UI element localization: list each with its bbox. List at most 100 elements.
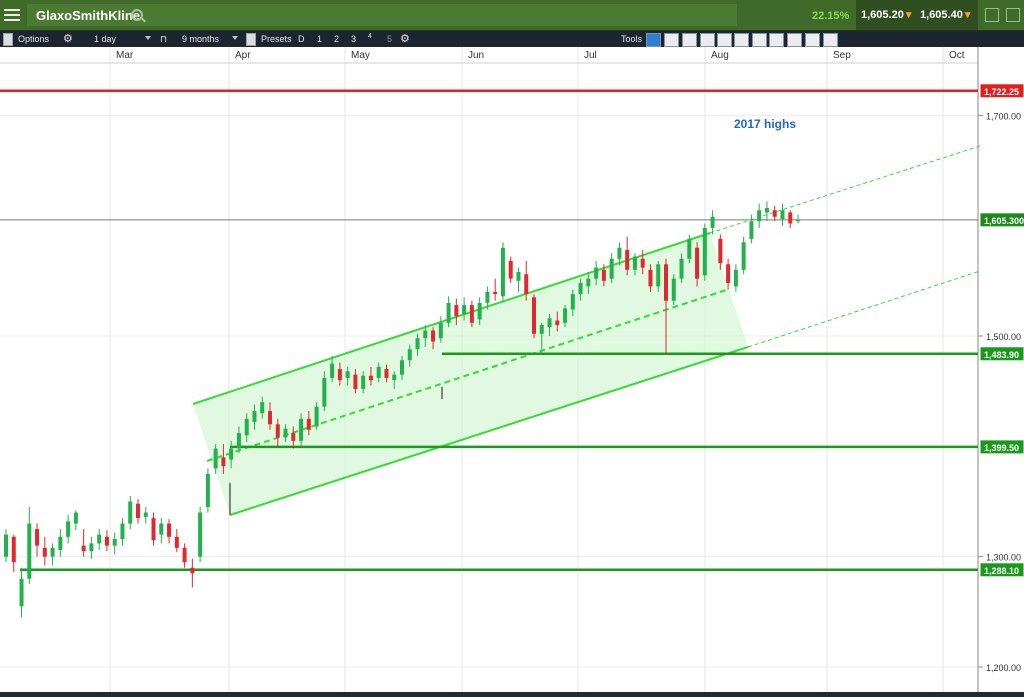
candle-body <box>539 324 544 334</box>
candle-body <box>229 448 234 460</box>
candle-body <box>601 269 606 281</box>
candle-body <box>764 208 769 213</box>
sell-price: 1,605.20 <box>861 9 904 21</box>
preset-1[interactable]: 1 <box>317 33 322 45</box>
candle-body <box>97 534 102 544</box>
candle-body <box>671 278 676 301</box>
candle-body <box>400 360 404 375</box>
chart-annotation[interactable]: 2017 highs <box>734 117 796 131</box>
candle-body <box>733 269 738 287</box>
candle-body <box>796 220 800 222</box>
trendline-tool-icon[interactable] <box>664 33 679 47</box>
lock-icon[interactable]: ⊓ <box>160 33 167 45</box>
shapes-tool-icon[interactable] <box>752 33 767 47</box>
preset-d[interactable]: D <box>298 33 305 45</box>
candle-body <box>73 512 78 524</box>
preset-3[interactable]: 3 <box>351 33 356 45</box>
options-button[interactable]: Options <box>18 33 49 45</box>
grid-tool-icon[interactable] <box>700 33 715 47</box>
month-label: Jun <box>468 50 484 61</box>
chart-settings-gear-icon[interactable]: ⚙ <box>400 33 410 45</box>
candle-body <box>617 247 622 259</box>
hamburger-menu-icon[interactable] <box>4 6 20 22</box>
candle-body <box>578 283 583 295</box>
candle-body <box>687 238 692 259</box>
candle-body <box>361 375 366 389</box>
preset-4[interactable]: 4 <box>368 31 372 43</box>
candle-body <box>19 578 24 607</box>
preset-5[interactable]: 5 <box>387 33 392 45</box>
candle-body <box>656 264 661 287</box>
month-label: Mar <box>116 50 134 61</box>
candle-body <box>27 523 32 579</box>
candle-body <box>594 267 599 279</box>
candle-body <box>454 305 459 317</box>
candle-body <box>376 366 381 378</box>
month-label: Jul <box>584 50 597 61</box>
candle-body <box>291 433 296 441</box>
candle-body <box>524 274 529 295</box>
tool-settings-icon[interactable] <box>823 33 838 47</box>
candle-body <box>66 521 71 537</box>
candle-body <box>710 216 715 228</box>
candle-body <box>275 424 280 438</box>
text-tool-icon[interactable] <box>682 33 697 47</box>
candle-body <box>431 330 436 342</box>
candle-body <box>104 536 109 546</box>
candle-body <box>392 374 397 381</box>
candle-body <box>330 363 335 378</box>
interval-dropdown-icon[interactable] <box>145 36 151 40</box>
candle-body <box>268 411 272 425</box>
candle-body <box>508 260 513 279</box>
instrument-name[interactable]: GlaxoSmithKline <box>36 8 140 23</box>
candle-body <box>42 547 47 557</box>
candle-body <box>415 338 420 350</box>
candle-body <box>89 543 94 552</box>
fibonacci-tool-icon[interactable] <box>717 33 732 47</box>
buy-price-button[interactable]: 1,605.40 ▾ <box>915 0 978 30</box>
candle-body <box>648 269 653 287</box>
candle-body <box>221 457 226 467</box>
candle-body <box>159 523 164 535</box>
price-labels: 1,722.25 1,605.300 1,483.90 1,399.50 1,288.1… <box>979 83 1024 578</box>
month-label: Sep <box>833 50 851 61</box>
candle-body <box>640 258 645 268</box>
calendar-icon[interactable] <box>246 33 256 46</box>
candle-body <box>205 473 210 508</box>
eraser-tool-icon[interactable] <box>787 33 802 47</box>
candle-body <box>555 320 560 325</box>
candle-body <box>500 247 505 297</box>
price-tick-label: 1,300.00 <box>986 553 1021 563</box>
options-icon[interactable] <box>3 33 13 46</box>
cursor-tool-icon[interactable] <box>646 33 661 47</box>
pitchfork-tool-icon[interactable] <box>769 33 784 47</box>
candle-body <box>485 291 490 303</box>
candle-body <box>625 249 630 270</box>
candle-body <box>112 539 117 546</box>
preset-2[interactable]: 2 <box>334 33 339 45</box>
candle-body <box>252 411 257 423</box>
interval-select[interactable]: 1 day <box>94 33 116 45</box>
month-label: Aug <box>711 50 729 61</box>
restore-window-icon[interactable] <box>985 8 999 22</box>
search-icon[interactable] <box>131 9 143 21</box>
sell-price-button[interactable]: 1,605.20 ▾ <box>856 0 917 30</box>
price-chart[interactable]: MarAprMayJunJulAugSepOct 1,800.001,700.0… <box>0 47 1024 697</box>
range-select[interactable]: 9 months <box>182 33 219 45</box>
print-icon[interactable] <box>805 33 820 47</box>
month-label: May <box>351 50 370 61</box>
candle-body <box>462 305 467 314</box>
settings-gear-icon[interactable]: ⚙ <box>63 33 73 45</box>
candle-body <box>299 418 304 441</box>
maximize-window-icon[interactable] <box>1006 8 1020 22</box>
candle-body <box>423 330 428 339</box>
candle-body <box>586 278 591 287</box>
range-dropdown-icon[interactable] <box>232 36 238 40</box>
candle-body <box>244 418 249 436</box>
candle-body <box>446 302 451 323</box>
candle-body <box>741 242 746 270</box>
candle-body <box>128 501 133 524</box>
bottom-scrollbar[interactable] <box>0 692 1024 697</box>
price-line-label: 1,722.25 <box>984 87 1019 97</box>
channel-tool-icon[interactable] <box>734 33 749 47</box>
